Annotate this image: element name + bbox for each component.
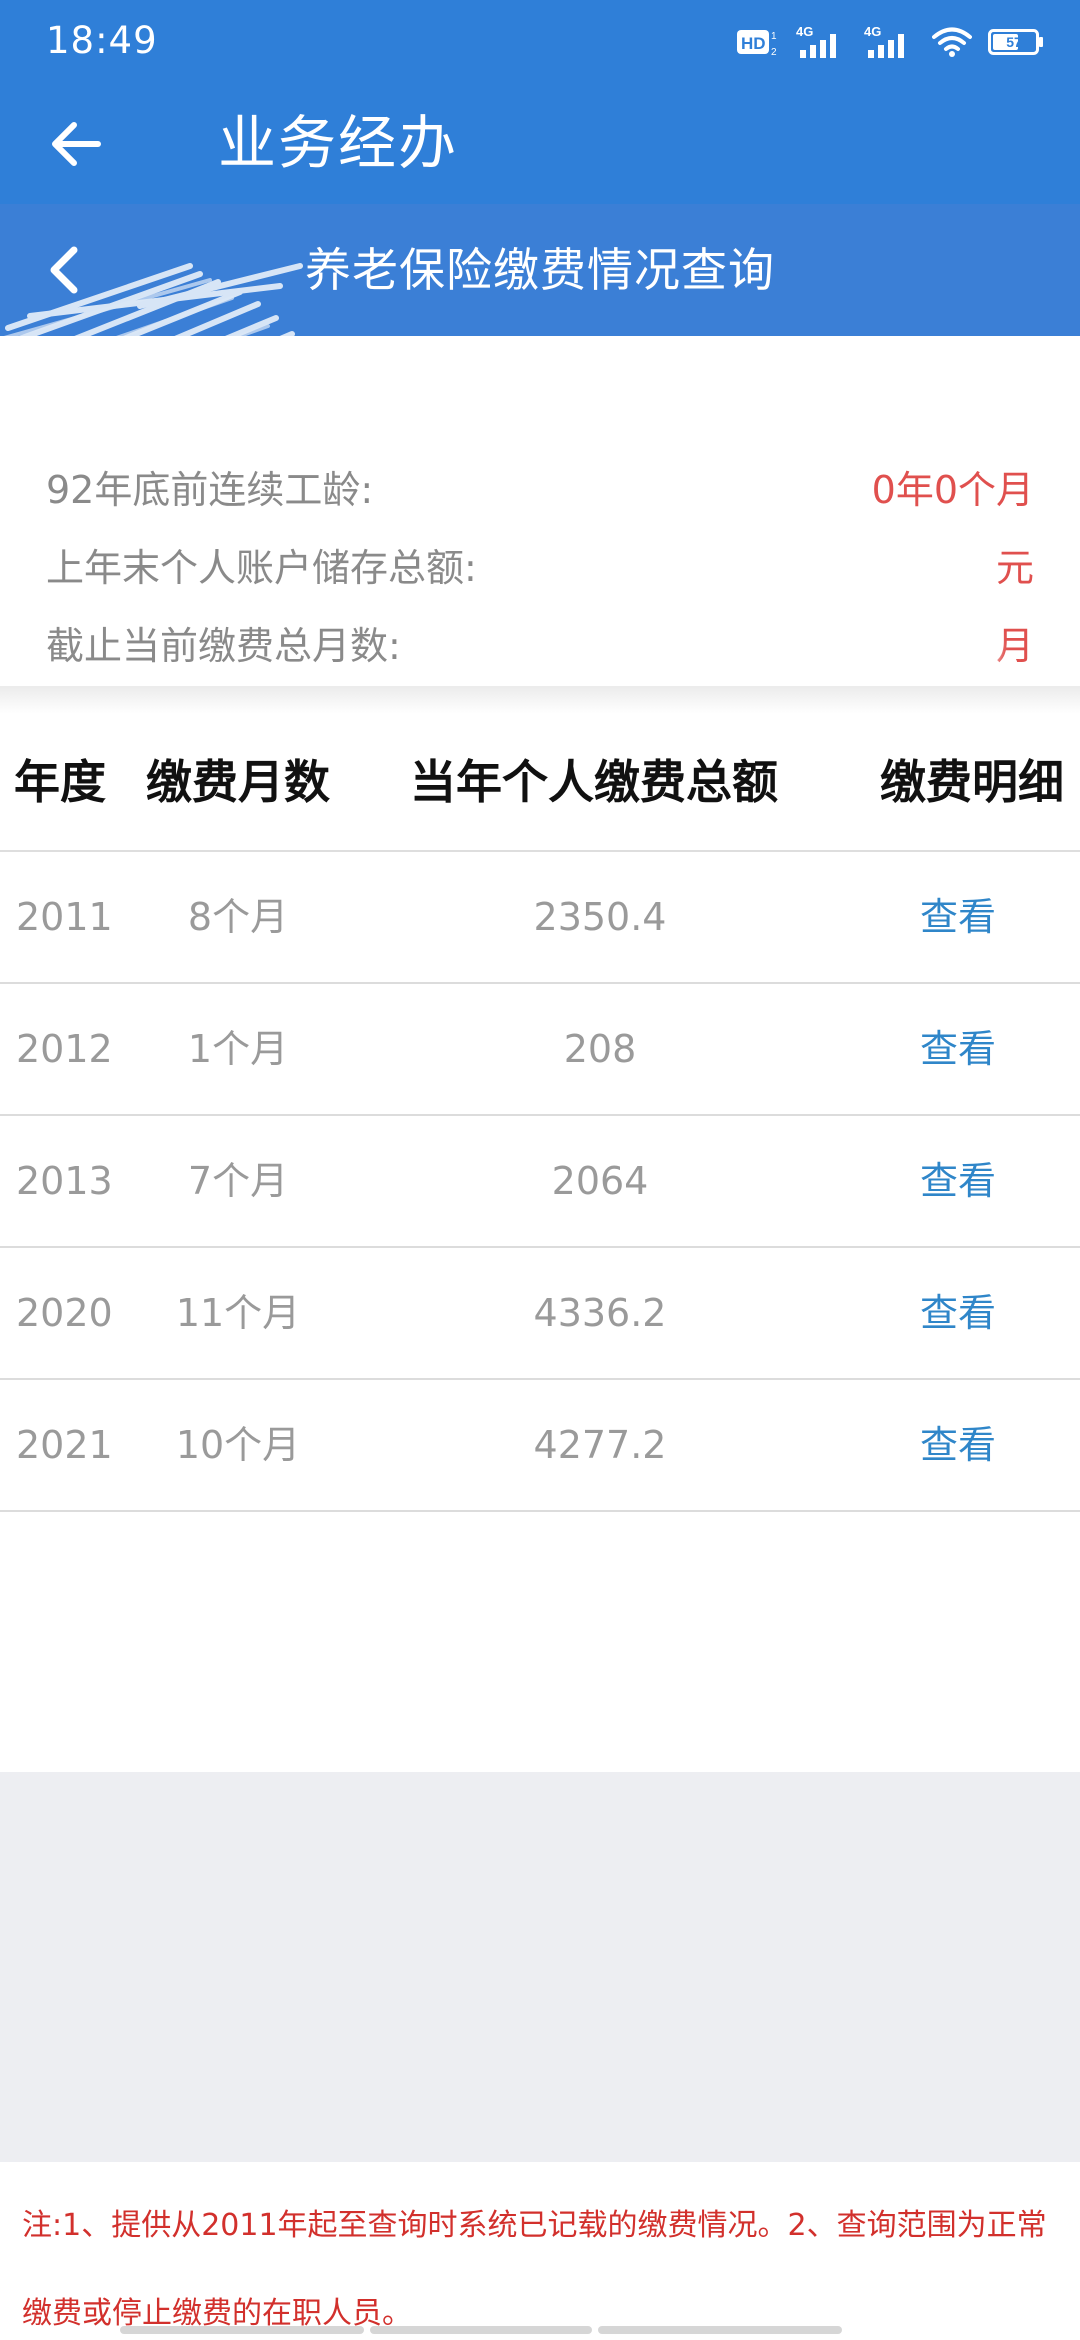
nav-segment (598, 2326, 842, 2334)
svg-text:4G: 4G (796, 24, 813, 39)
summary-label: 92年底前连续工龄: (46, 468, 374, 512)
summary-value: 元 (995, 546, 1034, 590)
column-header-total: 当年个人缴费总额 (410, 755, 778, 809)
summary-label: 截止当前缴费总月数: (46, 624, 401, 668)
cell-year: 2013 (16, 1159, 113, 1203)
page-title: 业务经办 (218, 109, 459, 177)
app-screen: 18:49 HD 1 2 4G 4G 57 业务经办 养老保险缴费情况查询 92… (0, 0, 1080, 2340)
svg-text:2: 2 (771, 47, 777, 58)
column-header-detail: 缴费明细 (880, 755, 1064, 809)
battery-icon: 57 (988, 27, 1044, 57)
empty-area (0, 1772, 1080, 2162)
cell-total: 4277.2 (533, 1423, 667, 1467)
cell-year: 2020 (16, 1291, 113, 1335)
bottom-nav-indicator (120, 2326, 960, 2334)
svg-text:57: 57 (1006, 34, 1022, 50)
arrow-left-icon (52, 122, 101, 166)
hd-icon: HD 1 2 (736, 26, 780, 58)
summary-row: 92年底前连续工龄: 0年0个月 (46, 460, 1034, 520)
redaction-blur (850, 620, 1000, 676)
cell-year: 2012 (16, 1027, 113, 1071)
sub-header-title: 养老保险缴费情况查询 (305, 243, 775, 297)
note-text: 注:1、提供从2011年起至查询时系统已记载的缴费情况。2、查询范围为正常 (22, 2208, 1047, 2243)
table-row: 2020 11个月 4336.2 查看 (0, 1248, 1080, 1380)
wifi-icon (932, 26, 972, 58)
cell-year: 2021 (16, 1423, 113, 1467)
summary-value: 月 (995, 624, 1034, 668)
table-header: 年度 缴费月数 当年个人缴费总额 缴费明细 (0, 714, 1080, 852)
cell-total: 2350.4 (533, 895, 667, 939)
summary-section: 92年底前连续工龄: 0年0个月 上年末个人账户储存总额: 元 截止当前缴费总月… (0, 336, 1080, 692)
redaction-blur (840, 542, 990, 598)
table-row: 2012 1个月 208 查看 (0, 984, 1080, 1116)
note-section: 注:1、提供从2011年起至查询时系统已记载的缴费情况。2、查询范围为正常 缴费… (0, 2162, 1080, 2340)
cell-months: 7个月 (187, 1159, 289, 1203)
cell-total: 4336.2 (533, 1291, 667, 1335)
summary-label: 上年末个人账户储存总额: (46, 546, 477, 590)
view-detail-link[interactable]: 查看 (880, 1116, 1036, 1246)
svg-text:HD: HD (741, 34, 766, 53)
cell-total: 2064 (551, 1159, 649, 1203)
view-detail-link[interactable]: 查看 (880, 1248, 1036, 1378)
cell-year: 2011 (16, 895, 113, 939)
column-header-year: 年度 (14, 755, 106, 809)
table-row: 2021 10个月 4277.2 查看 (0, 1380, 1080, 1512)
cell-months: 1个月 (187, 1027, 289, 1071)
app-bar: 业务经办 (0, 82, 1080, 204)
view-detail-link[interactable]: 查看 (880, 984, 1036, 1114)
view-detail-link[interactable]: 查看 (880, 1380, 1036, 1510)
contribution-table: 年度 缴费月数 当年个人缴费总额 缴费明细 2011 8个月 2350.4 查看… (0, 714, 1080, 1512)
svg-text:1: 1 (771, 31, 777, 42)
cell-months: 8个月 (187, 895, 289, 939)
svg-text:4G: 4G (864, 24, 881, 39)
status-time: 18:49 (46, 19, 158, 62)
table-row: 2011 8个月 2350.4 查看 (0, 852, 1080, 984)
summary-value: 0年0个月 (871, 468, 1034, 512)
divider (0, 686, 1080, 714)
status-icons: HD 1 2 4G 4G 57 (736, 20, 1044, 64)
signal-4g-icon: 4G (864, 24, 916, 60)
nav-segment (370, 2326, 592, 2334)
cell-months: 11个月 (175, 1291, 301, 1335)
signal-4g-icon: 4G (796, 24, 848, 60)
sub-header: 养老保险缴费情况查询 (0, 204, 1080, 336)
nav-segment (120, 2326, 364, 2334)
back-button[interactable] (44, 112, 108, 176)
view-detail-link[interactable]: 查看 (880, 852, 1036, 982)
status-bar: 18:49 HD 1 2 4G 4G 57 (0, 0, 1080, 82)
column-header-months: 缴费月数 (146, 755, 330, 809)
table-row: 2013 7个月 2064 查看 (0, 1116, 1080, 1248)
cell-total: 208 (563, 1027, 637, 1071)
cell-months: 10个月 (175, 1423, 301, 1467)
